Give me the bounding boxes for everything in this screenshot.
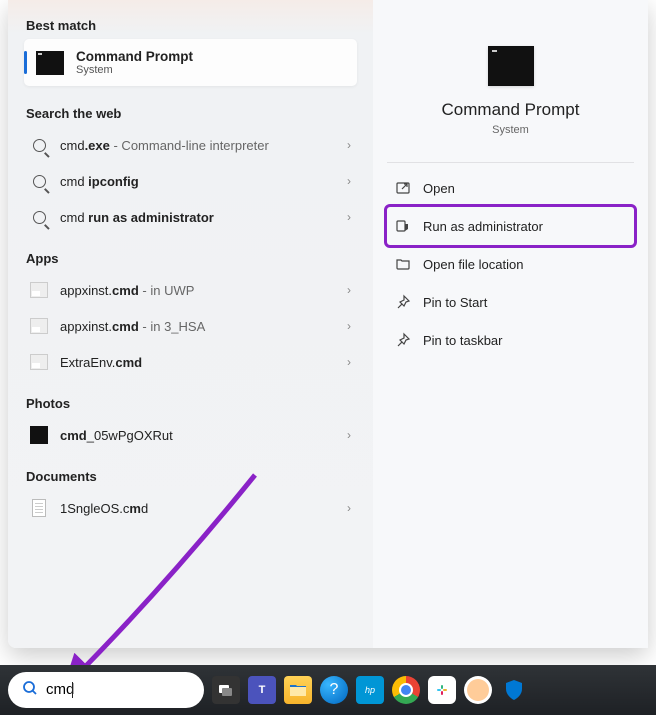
section-header-best-match: Best match <box>24 10 357 39</box>
search-icon <box>22 680 38 701</box>
search-icon <box>30 136 48 154</box>
pin-icon <box>395 332 411 348</box>
chevron-right-icon: › <box>347 501 351 515</box>
web-result[interactable]: cmd run as administrator › <box>24 199 357 235</box>
profile-icon[interactable] <box>464 676 492 704</box>
web-result-text: cmd.exe - Command-line interpreter <box>60 138 269 153</box>
chevron-right-icon: › <box>347 174 351 188</box>
section-header-apps: Apps <box>24 243 357 272</box>
slack-icon[interactable] <box>428 676 456 704</box>
cmd-file-icon <box>30 353 48 371</box>
chevron-right-icon: › <box>347 355 351 369</box>
search-icon <box>30 172 48 190</box>
app-result-text: ExtraEnv.cmd <box>60 355 142 370</box>
web-result[interactable]: cmd.exe - Command-line interpreter › <box>24 127 357 163</box>
section-header-documents: Documents <box>24 461 357 490</box>
chevron-right-icon: › <box>347 210 351 224</box>
best-match-text: Command Prompt System <box>76 49 193 76</box>
action-label: Open <box>423 181 455 196</box>
document-result-text: 1SngleOS.cmd <box>60 501 148 516</box>
command-prompt-icon <box>36 51 64 75</box>
app-result[interactable]: appxinst.cmd - in UWP › <box>24 272 357 308</box>
app-result[interactable]: appxinst.cmd - in 3_HSA › <box>24 308 357 344</box>
app-result-text: appxinst.cmd - in 3_HSA <box>60 319 205 334</box>
action-open-file-location[interactable]: Open file location <box>387 245 634 283</box>
taskbar-search-box[interactable]: cmd <box>8 672 204 708</box>
document-icon <box>30 499 48 517</box>
detail-title: Command Prompt <box>442 100 580 120</box>
detail-app-icon <box>488 46 534 86</box>
shield-admin-icon <box>395 218 411 234</box>
action-run-as-administrator[interactable]: Run as administrator <box>387 207 634 245</box>
photo-result-text: cmd_05wPgOXRut <box>60 428 173 443</box>
best-match-item[interactable]: Command Prompt System <box>24 39 357 86</box>
cmd-file-icon <box>30 281 48 299</box>
app-result[interactable]: ExtraEnv.cmd › <box>24 344 357 380</box>
folder-icon <box>395 256 411 272</box>
open-icon <box>395 180 411 196</box>
myhp-icon[interactable]: hp <box>356 676 384 704</box>
chrome-icon[interactable] <box>392 676 420 704</box>
web-result-text: cmd run as administrator <box>60 210 214 225</box>
photo-thumb-icon <box>30 426 48 444</box>
section-header-photos: Photos <box>24 388 357 417</box>
search-input-text: cmd <box>46 681 74 699</box>
web-result[interactable]: cmd ipconfig › <box>24 163 357 199</box>
start-search-panel: Best match Command Prompt System Search … <box>8 0 648 648</box>
results-column: Best match Command Prompt System Search … <box>8 0 373 648</box>
app-result-text: appxinst.cmd - in UWP <box>60 283 194 298</box>
web-result-text: cmd ipconfig <box>60 174 139 189</box>
action-label: Run as administrator <box>423 219 543 234</box>
photo-result[interactable]: cmd_05wPgOXRut › <box>24 417 357 453</box>
help-icon[interactable]: ? <box>320 676 348 704</box>
document-result[interactable]: 1SngleOS.cmd › <box>24 490 357 526</box>
pin-icon <box>395 294 411 310</box>
cmd-file-icon <box>30 317 48 335</box>
chevron-right-icon: › <box>347 138 351 152</box>
best-match-subtitle: System <box>76 64 193 76</box>
detail-pane: Command Prompt System Open Run as admini… <box>373 0 648 648</box>
chevron-right-icon: › <box>347 283 351 297</box>
detail-subtitle: System <box>492 124 529 136</box>
action-pin-to-taskbar[interactable]: Pin to taskbar <box>387 321 634 359</box>
task-view-icon[interactable] <box>212 676 240 704</box>
action-label: Pin to Start <box>423 295 487 310</box>
file-explorer-icon[interactable] <box>284 676 312 704</box>
taskbar: cmd T ? hp <box>0 665 656 715</box>
action-list: Open Run as administrator Open file loca… <box>387 169 634 359</box>
chevron-right-icon: › <box>347 319 351 333</box>
action-label: Pin to taskbar <box>423 333 503 348</box>
action-label: Open file location <box>423 257 523 272</box>
section-header-web: Search the web <box>24 98 357 127</box>
search-icon <box>30 208 48 226</box>
detail-divider <box>387 162 634 163</box>
teams-icon[interactable]: T <box>248 676 276 704</box>
action-pin-to-start[interactable]: Pin to Start <box>387 283 634 321</box>
best-match-title: Command Prompt <box>76 49 193 64</box>
action-open[interactable]: Open <box>387 169 634 207</box>
security-icon[interactable] <box>500 676 528 704</box>
chevron-right-icon: › <box>347 428 351 442</box>
